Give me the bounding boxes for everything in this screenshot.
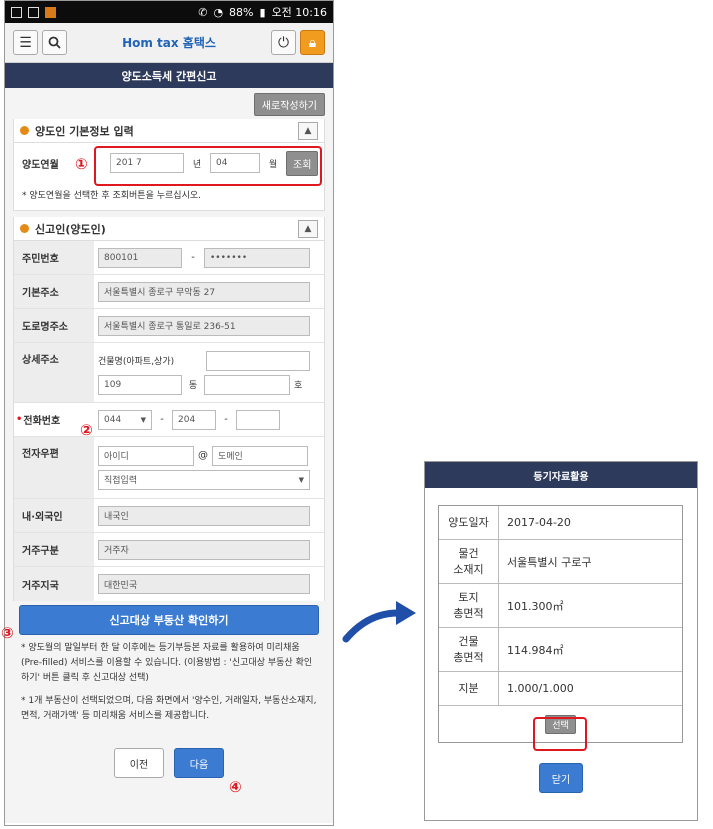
country-input: 대한민국 <box>98 574 310 594</box>
next-button[interactable]: 다음 <box>174 748 224 778</box>
reporter-section: 신고인(양도인) ▲ 주민번호 800101 - ••••••• 기본주소 서울… <box>13 217 325 601</box>
selected-note: * 1개 부동산이 선택되었으며, 다음 화면에서 '양수인, 거래일자, 부동… <box>21 696 317 721</box>
table-row-value: 2017-04-20 <box>507 516 571 529</box>
menu-icon[interactable]: ☰ <box>13 30 38 55</box>
ho-input[interactable] <box>204 374 290 395</box>
nationality-input: 내국인 <box>98 505 310 526</box>
phone-screen: ✆ ◔ 88% ▮ 오전 10:16 ☰ Hom tax 홈택스 ⏻ 🔒︎ 양도… <box>4 0 334 826</box>
nationality-label: 내·외국인 <box>14 499 94 532</box>
table-row-label: 토지 총면적 <box>439 584 499 627</box>
road-address-label: 도로명주소 <box>14 309 94 342</box>
search-icon[interactable] <box>42 30 67 55</box>
bottom-buttons: 이전 다음 <box>13 730 325 778</box>
bullet-icon <box>20 224 29 233</box>
address-label: 기본주소 <box>14 275 94 308</box>
prefill-note: * 양도월의 말일부터 한 달 이후에는 등기부등본 자료를 활용하여 미리채움… <box>21 643 313 683</box>
prev-button[interactable]: 이전 <box>114 748 164 778</box>
bullet-icon <box>20 126 29 135</box>
dong-input[interactable]: 109 <box>98 374 182 395</box>
battery-label: 88% <box>229 5 254 19</box>
table-row-value: 114.984㎡ <box>507 643 564 657</box>
building-name-input[interactable] <box>206 350 310 371</box>
basic-info-note: * 양도연월을 선택한 후 조회버튼을 누르십시오. <box>14 183 324 211</box>
basic-info-header: 양도인 기본정보 입력 ▲ <box>14 119 324 143</box>
lock-icon[interactable]: 🔒︎ <box>300 30 325 55</box>
rrn-front-input: 800101 <box>98 247 182 268</box>
table-row-label: 양도일자 <box>439 506 499 539</box>
ho-unit: 호 <box>294 381 303 391</box>
phone-middle-input[interactable]: 204 <box>172 409 216 430</box>
detail-address-label: 상세주소 <box>14 343 94 402</box>
close-button[interactable]: 닫기 <box>539 763 583 793</box>
clock: 오전 10:16 <box>271 6 327 19</box>
residency-input: 거주자 <box>98 539 310 560</box>
arrow-icon <box>342 601 416 643</box>
highlight-box-1 <box>94 146 322 186</box>
highlight-box-select <box>533 717 587 751</box>
registry-popup: 등기자료활용 양도일자 2017-04-20 물건 소재지 서울특별시 구로구 … <box>424 461 698 821</box>
road-address-input: 서울특별시 종로구 통일로 236-51 <box>98 315 310 336</box>
app-icon <box>11 6 22 18</box>
power-icon[interactable]: ⏻ <box>271 30 296 55</box>
email-id-input[interactable]: 아이디 <box>98 445 194 466</box>
rrn-back-input: ••••••• <box>204 247 310 268</box>
rrn-label: 주민번호 <box>14 241 94 274</box>
registry-table: 양도일자 2017-04-20 물건 소재지 서울특별시 구로구 토지 총면적 … <box>438 505 683 743</box>
marker-1: ① <box>75 155 88 173</box>
table-row-value: 1.000/1.000 <box>507 682 574 695</box>
image-icon <box>28 6 39 18</box>
table-row-label: 물건 소재지 <box>439 540 499 583</box>
app-notification-icon <box>45 6 56 18</box>
table-row-value: 101.300㎡ <box>507 599 564 613</box>
building-name-label: 건물명(아파트,상가) <box>98 357 175 367</box>
residency-label: 거주구분 <box>14 533 94 566</box>
phone-area-select[interactable]: 044 ▼ <box>98 409 152 430</box>
reporter-title: 신고인(양도인) <box>35 222 106 236</box>
new-write-button[interactable]: 새로작성하기 <box>253 93 325 116</box>
wifi-icon: ◔ <box>213 5 224 19</box>
reporter-header: 신고인(양도인) ▲ <box>14 217 324 241</box>
phone-last-input[interactable] <box>236 409 280 430</box>
email-domain-input[interactable]: 도메인 <box>212 445 308 466</box>
battery-icon: ▮ <box>259 5 266 19</box>
marker-3: ③ <box>1 624 14 642</box>
basic-info-title: 양도인 기본정보 입력 <box>35 124 134 138</box>
confirm-property-button[interactable]: 신고대상 부동산 확인하기 <box>19 605 319 635</box>
signal-icon: ✆ <box>198 5 208 19</box>
marker-4: ④ <box>229 778 242 796</box>
address-input: 서울특별시 종로구 무악동 27 <box>98 281 310 302</box>
collapse-icon[interactable]: ▲ <box>298 219 318 238</box>
page-title: 양도소득세 간편신고 <box>5 63 333 88</box>
popup-title: 등기자료활용 <box>425 462 697 488</box>
table-row-label: 건물 총면적 <box>439 628 499 671</box>
status-bar: ✆ ◔ 88% ▮ 오전 10:16 <box>5 1 333 23</box>
table-row-label: 지분 <box>439 672 499 705</box>
main-content: 새로작성하기 양도인 기본정보 입력 ▲ 양도연월 201 7 년 04 월 조… <box>5 88 333 823</box>
top-navbar: ☰ Hom tax 홈택스 ⏻ 🔒︎ <box>5 23 333 63</box>
country-label: 거주지국 <box>14 567 94 601</box>
dong-unit: 동 <box>188 381 198 391</box>
email-at: @ <box>198 450 208 461</box>
marker-2: ② <box>80 421 93 439</box>
hometax-logo[interactable]: Hom tax 홈택스 <box>122 34 216 51</box>
email-domain-select[interactable]: 직접입력 ▼ <box>98 469 310 490</box>
table-row-value: 서울특별시 구로구 <box>507 555 592 569</box>
email-label: 전자우편 <box>14 437 94 498</box>
collapse-icon[interactable]: ▲ <box>298 121 318 140</box>
